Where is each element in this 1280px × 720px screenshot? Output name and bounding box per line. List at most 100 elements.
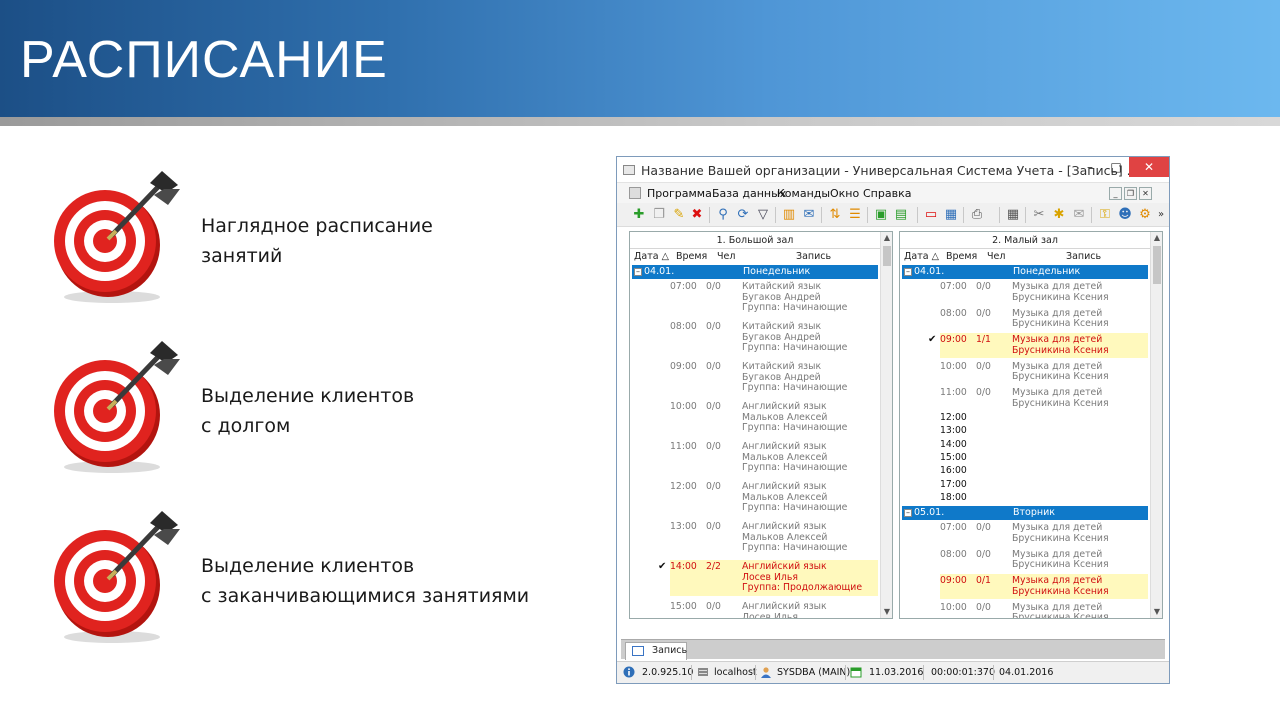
schedule-entry[interactable]: 10:00 0/0 Английский язык Мальков Алексей Гр… <box>670 400 878 436</box>
bullet-line: с заканчивающимися занятиями <box>201 585 530 607</box>
schedule-panel-left: 1. Большой зал Дата △ Время Чел Запись –… <box>629 231 893 619</box>
entry-line: Английский язык <box>742 441 827 452</box>
column-date[interactable]: Дата △ <box>634 250 669 264</box>
filter-icon[interactable]: ▽ <box>755 207 771 223</box>
column-record[interactable]: Запись <box>796 250 831 264</box>
sort-icon: △ <box>931 251 939 262</box>
scroll-up-icon[interactable]: ▲ <box>881 232 892 244</box>
schedule-entry[interactable]: 09:00 0/1 Музыка для детей Брусникина Ксени… <box>940 574 1148 599</box>
maximize-button[interactable]: □ <box>1103 157 1129 177</box>
print-icon[interactable]: ⎙ <box>969 207 985 223</box>
entry-count: 0/0 <box>706 441 721 452</box>
chart-icon[interactable]: ▥ <box>781 207 797 223</box>
toolbar-separator <box>775 207 776 223</box>
table-icon[interactable]: ▦ <box>1005 207 1021 223</box>
free-time-slot[interactable]: 14:00 <box>940 439 967 450</box>
edit-icon[interactable]: ✎ <box>671 207 687 223</box>
import-icon[interactable]: ▤ <box>893 207 909 223</box>
scroll-thumb[interactable] <box>883 246 891 266</box>
timer-label: 00:00:01:370 <box>931 667 995 678</box>
date-label: 11.03.2016 <box>869 667 924 678</box>
delete-icon[interactable]: ✖ <box>689 207 705 223</box>
schedule-entry[interactable]: 09:00 1/1 Музыка для детей Брусникина Ксени… <box>928 333 1148 358</box>
users-icon[interactable]: ☻ <box>1117 207 1133 223</box>
overflow-icon[interactable]: » <box>1153 207 1169 223</box>
close-button[interactable]: ✕ <box>1129 157 1169 177</box>
tab-record[interactable]: Запись <box>625 642 687 660</box>
export-icon[interactable]: ▣ <box>873 207 889 223</box>
settings-icon[interactable]: ⚙ <box>1137 207 1153 223</box>
window-icon[interactable]: ▭ <box>923 207 939 223</box>
free-time-slot[interactable]: 16:00 <box>940 465 967 476</box>
add-icon[interactable]: ✚ <box>631 207 647 223</box>
schedule-entry[interactable]: 14:00 2/2 Английский язык Лосев Илья Группа:… <box>658 560 878 596</box>
column-people[interactable]: Чел <box>987 250 1005 264</box>
date-group-row[interactable]: – 04.01. Понедельник <box>902 265 1148 279</box>
entry-line: Брусникина Ксения <box>1012 318 1109 329</box>
schedule-entry[interactable]: 08:00 0/0 Музыка для детей Брусникина Ксени… <box>940 307 1148 332</box>
schedule-entry[interactable]: 11:00 0/0 Английский язык Мальков Алексей Гр… <box>670 440 878 476</box>
free-time-slot[interactable]: 12:00 <box>940 412 967 423</box>
free-time-slot[interactable]: 15:00 <box>940 452 967 463</box>
tools-icon[interactable]: ✂ <box>1031 207 1047 223</box>
star-icon[interactable]: ✱ <box>1051 207 1067 223</box>
free-time-slot[interactable]: 17:00 <box>940 479 967 490</box>
collapse-icon[interactable]: – <box>634 268 642 276</box>
free-time-slot[interactable]: 13:00 <box>940 425 967 436</box>
host-label: localhost <box>714 667 757 678</box>
entry-count: 0/1 <box>976 575 991 586</box>
column-time[interactable]: Время <box>676 250 707 264</box>
schedule-entry[interactable]: 07:00 0/0 Музыка для детей Брусникина Ксени… <box>940 521 1148 546</box>
schedule-entry[interactable]: 10:00 0/0 Музыка для детей Брусникина Ксени… <box>940 360 1148 385</box>
schedule-entry[interactable]: 11:00 0/0 Музыка для детей Брусникина Ксени… <box>940 386 1148 411</box>
entry-count: 1/1 <box>976 334 991 345</box>
mdi-restore-button[interactable]: ❐ <box>1124 187 1137 200</box>
scroll-up-icon[interactable]: ▲ <box>1151 232 1162 244</box>
date-group-row[interactable]: – 04.01. Понедельник <box>632 265 878 279</box>
schedule-entry[interactable]: 07:00 0/0 Музыка для детей Брусникина Ксени… <box>940 280 1148 305</box>
copy-icon[interactable]: ❐ <box>651 207 667 223</box>
vertical-scrollbar[interactable]: ▲ ▼ <box>1150 232 1162 618</box>
schedule-entry[interactable]: 15:00 0/0 Английский язык Лосев Илья <box>670 600 878 618</box>
search-icon[interactable]: ⚲ <box>715 207 731 223</box>
schedule-entry[interactable]: 07:00 0/0 Китайский язык Бугаков Андрей Груп… <box>670 280 878 316</box>
mdi-minimize-button[interactable]: _ <box>1109 187 1122 200</box>
menu-database[interactable]: База данных <box>712 187 786 200</box>
bullet-text: Выделение клиентов с долгом <box>201 381 414 441</box>
minimize-button[interactable]: – <box>1077 157 1103 177</box>
mdi-close-button[interactable]: ✕ <box>1139 187 1152 200</box>
column-record[interactable]: Запись <box>1066 250 1101 264</box>
calendar-icon[interactable]: ▦ <box>943 207 959 223</box>
list-icon[interactable]: ☰ <box>847 207 863 223</box>
sort-icon[interactable]: ⇅ <box>827 207 843 223</box>
scroll-down-icon[interactable]: ▼ <box>881 606 892 618</box>
free-time-slot[interactable]: 18:00 <box>940 492 967 503</box>
column-date[interactable]: Дата △ <box>904 250 939 264</box>
slide: РАСПИСАНИЕ Наглядное расписание занятий <box>0 0 1280 720</box>
date-group-row[interactable]: – 05.01. Вторник <box>902 506 1148 520</box>
column-people[interactable]: Чел <box>717 250 735 264</box>
lock-icon[interactable]: ⚿ <box>1097 207 1113 223</box>
schedule-entry[interactable]: 08:00 0/0 Китайский язык Бугаков Андрей Груп… <box>670 320 878 356</box>
comment-icon[interactable]: ✉ <box>801 207 817 223</box>
entry-line: Музыка для детей <box>1012 575 1103 586</box>
menu-help[interactable]: Справка <box>863 187 911 200</box>
refresh-icon[interactable]: ⟳ <box>735 207 751 223</box>
schedule-entry[interactable]: 12:00 0/0 Английский язык Мальков Алексей Гр… <box>670 480 878 516</box>
schedule-entry[interactable]: 09:00 0/0 Китайский язык Бугаков Андрей Груп… <box>670 360 878 396</box>
column-time[interactable]: Время <box>946 250 977 264</box>
entry-line: Брусникина Ксения <box>1012 612 1109 619</box>
menu-window[interactable]: Окно <box>830 187 859 200</box>
schedule-entry[interactable]: 13:00 0/0 Английский язык Мальков Алексей Гр… <box>670 520 878 556</box>
note-icon[interactable]: ✉ <box>1071 207 1087 223</box>
schedule-entry[interactable]: 10:00 0/0 Музыка для детей Брусникина Ксени… <box>940 601 1148 619</box>
menu-commands[interactable]: Команды <box>777 187 830 200</box>
scroll-thumb[interactable] <box>1153 246 1161 284</box>
scroll-down-icon[interactable]: ▼ <box>1151 606 1162 618</box>
schedule-entry[interactable]: 08:00 0/0 Музыка для детей Брусникина Ксени… <box>940 548 1148 573</box>
menu-program[interactable]: Программа <box>647 187 712 200</box>
entry-line: Музыка для детей <box>1012 281 1103 292</box>
collapse-icon[interactable]: – <box>904 268 912 276</box>
collapse-icon[interactable]: – <box>904 509 912 517</box>
vertical-scrollbar[interactable]: ▲ ▼ <box>880 232 892 618</box>
